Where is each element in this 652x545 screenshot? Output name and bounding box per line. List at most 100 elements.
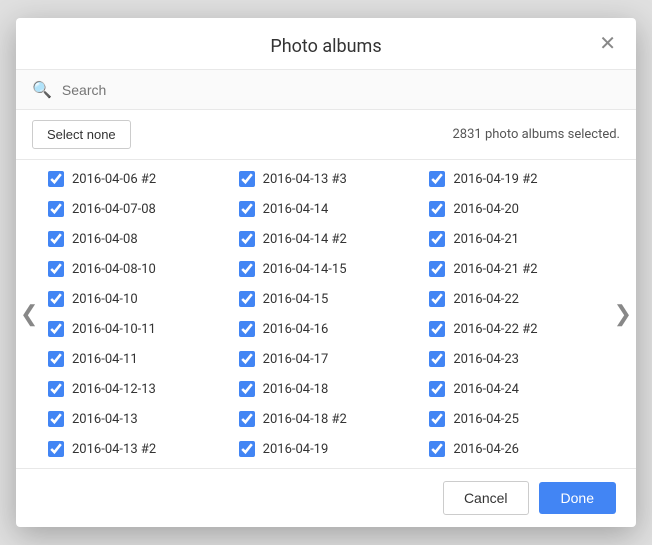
album-checkbox[interactable] [239, 381, 255, 397]
album-label: 2016-04-11 [72, 352, 138, 367]
album-checkbox[interactable] [239, 441, 255, 457]
album-checkbox[interactable] [429, 441, 445, 457]
album-label: 2016-04-15 [263, 292, 329, 307]
album-label: 2016-04-08 [72, 232, 138, 247]
list-item[interactable]: 2016-04-22 #2 [421, 314, 612, 344]
album-checkbox[interactable] [429, 411, 445, 427]
album-checkbox[interactable] [48, 201, 64, 217]
list-item[interactable]: 2016-04-11 [40, 344, 231, 374]
list-item[interactable]: 2016-04-07-08 [40, 194, 231, 224]
select-none-button[interactable]: Select none [32, 120, 131, 149]
album-label: 2016-04-08-10 [72, 262, 156, 277]
list-item[interactable]: 2016-04-17 [231, 344, 422, 374]
album-label: 2016-04-13 [72, 412, 138, 427]
album-label: 2016-04-23 [453, 352, 519, 367]
album-checkbox[interactable] [239, 291, 255, 307]
album-label: 2016-04-21 #2 [453, 262, 537, 277]
album-label: 2016-04-18 [263, 382, 329, 397]
list-item[interactable]: 2016-04-13 #3 [231, 164, 422, 194]
list-item[interactable]: 2016-04-18 #2 [231, 404, 422, 434]
album-checkbox[interactable] [429, 261, 445, 277]
dialog-title: Photo albums [270, 36, 381, 57]
album-checkbox[interactable] [48, 231, 64, 247]
album-checkbox[interactable] [429, 321, 445, 337]
list-item[interactable]: 2016-04-26 [421, 434, 612, 464]
album-checkbox[interactable] [239, 201, 255, 217]
album-checkbox[interactable] [48, 321, 64, 337]
list-item[interactable]: 2016-04-10-11 [40, 314, 231, 344]
album-label: 2016-04-13 #2 [72, 442, 156, 457]
list-item[interactable]: 2016-04-22 [421, 284, 612, 314]
search-icon: 🔍 [32, 80, 52, 99]
next-page-button[interactable]: ❯ [610, 293, 636, 335]
albums-area: ❮ 2016-04-06 #2 2016-04-13 #3 2016-04-19 #… [16, 160, 636, 468]
list-item[interactable]: 2016-04-06 #2 [40, 164, 231, 194]
dialog-footer: Cancel Done [16, 468, 636, 527]
album-label: 2016-04-13 #3 [263, 172, 347, 187]
album-checkbox[interactable] [429, 201, 445, 217]
list-item[interactable]: 2016-04-21 #2 [421, 254, 612, 284]
album-label: 2016-04-12-13 [72, 382, 156, 397]
albums-grid: 2016-04-06 #2 2016-04-13 #3 2016-04-19 #2 2… [16, 160, 636, 468]
list-item[interactable]: 2016-04-08-10 [40, 254, 231, 284]
album-checkbox[interactable] [48, 291, 64, 307]
album-label: 2016-04-06 #2 [72, 172, 156, 187]
album-label: 2016-04-22 #2 [453, 322, 537, 337]
list-item[interactable]: 2016-04-14 [231, 194, 422, 224]
album-checkbox[interactable] [48, 171, 64, 187]
list-item[interactable]: 2016-04-13 [40, 404, 231, 434]
album-label: 2016-04-25 [453, 412, 519, 427]
list-item[interactable]: 2016-04-12-13 [40, 374, 231, 404]
list-item[interactable]: 2016-04-21 [421, 224, 612, 254]
album-checkbox[interactable] [239, 231, 255, 247]
list-item[interactable]: 2016-04-14 #2 [231, 224, 422, 254]
album-checkbox[interactable] [239, 261, 255, 277]
album-label: 2016-04-19 #2 [453, 172, 537, 187]
album-checkbox[interactable] [48, 381, 64, 397]
list-item[interactable]: 2016-04-08 [40, 224, 231, 254]
album-checkbox[interactable] [429, 351, 445, 367]
done-button[interactable]: Done [539, 482, 616, 514]
album-label: 2016-04-10 [72, 292, 138, 307]
album-checkbox[interactable] [429, 381, 445, 397]
album-checkbox[interactable] [429, 231, 445, 247]
album-checkbox[interactable] [239, 411, 255, 427]
list-item[interactable]: 2016-04-16 [231, 314, 422, 344]
photo-albums-dialog: Photo albums ✕ 🔍 Select none 2831 photo … [16, 18, 636, 527]
list-item[interactable]: 2016-04-19 #2 [421, 164, 612, 194]
list-item[interactable]: 2016-04-24 [421, 374, 612, 404]
album-label: 2016-04-26 [453, 442, 519, 457]
album-label: 2016-04-07-08 [72, 202, 156, 217]
list-item[interactable]: 2016-04-23 [421, 344, 612, 374]
album-checkbox[interactable] [48, 351, 64, 367]
album-label: 2016-04-17 [263, 352, 329, 367]
list-item[interactable]: 2016-04-25 [421, 404, 612, 434]
selected-count: 2831 photo albums selected. [453, 127, 621, 142]
cancel-button[interactable]: Cancel [443, 481, 529, 515]
list-item[interactable]: 2016-04-14-15 [231, 254, 422, 284]
album-checkbox[interactable] [48, 441, 64, 457]
list-item[interactable]: 2016-04-15 [231, 284, 422, 314]
album-checkbox[interactable] [48, 261, 64, 277]
dialog-header: Photo albums ✕ [16, 18, 636, 70]
list-item[interactable]: 2016-04-19 [231, 434, 422, 464]
list-item[interactable]: 2016-04-13 #2 [40, 434, 231, 464]
list-item[interactable]: 2016-04-10 [40, 284, 231, 314]
search-bar: 🔍 [16, 70, 636, 110]
album-checkbox[interactable] [239, 171, 255, 187]
album-label: 2016-04-19 [263, 442, 329, 457]
album-label: 2016-04-10-11 [72, 322, 156, 337]
album-checkbox[interactable] [429, 171, 445, 187]
album-label: 2016-04-16 [263, 322, 329, 337]
album-checkbox[interactable] [48, 411, 64, 427]
album-checkbox[interactable] [429, 291, 445, 307]
album-checkbox[interactable] [239, 321, 255, 337]
album-checkbox[interactable] [239, 351, 255, 367]
album-label: 2016-04-18 #2 [263, 412, 347, 427]
search-input[interactable] [62, 82, 620, 98]
album-label: 2016-04-14 [263, 202, 329, 217]
close-button[interactable]: ✕ [593, 30, 622, 58]
prev-page-button[interactable]: ❮ [16, 293, 42, 335]
list-item[interactable]: 2016-04-20 [421, 194, 612, 224]
list-item[interactable]: 2016-04-18 [231, 374, 422, 404]
